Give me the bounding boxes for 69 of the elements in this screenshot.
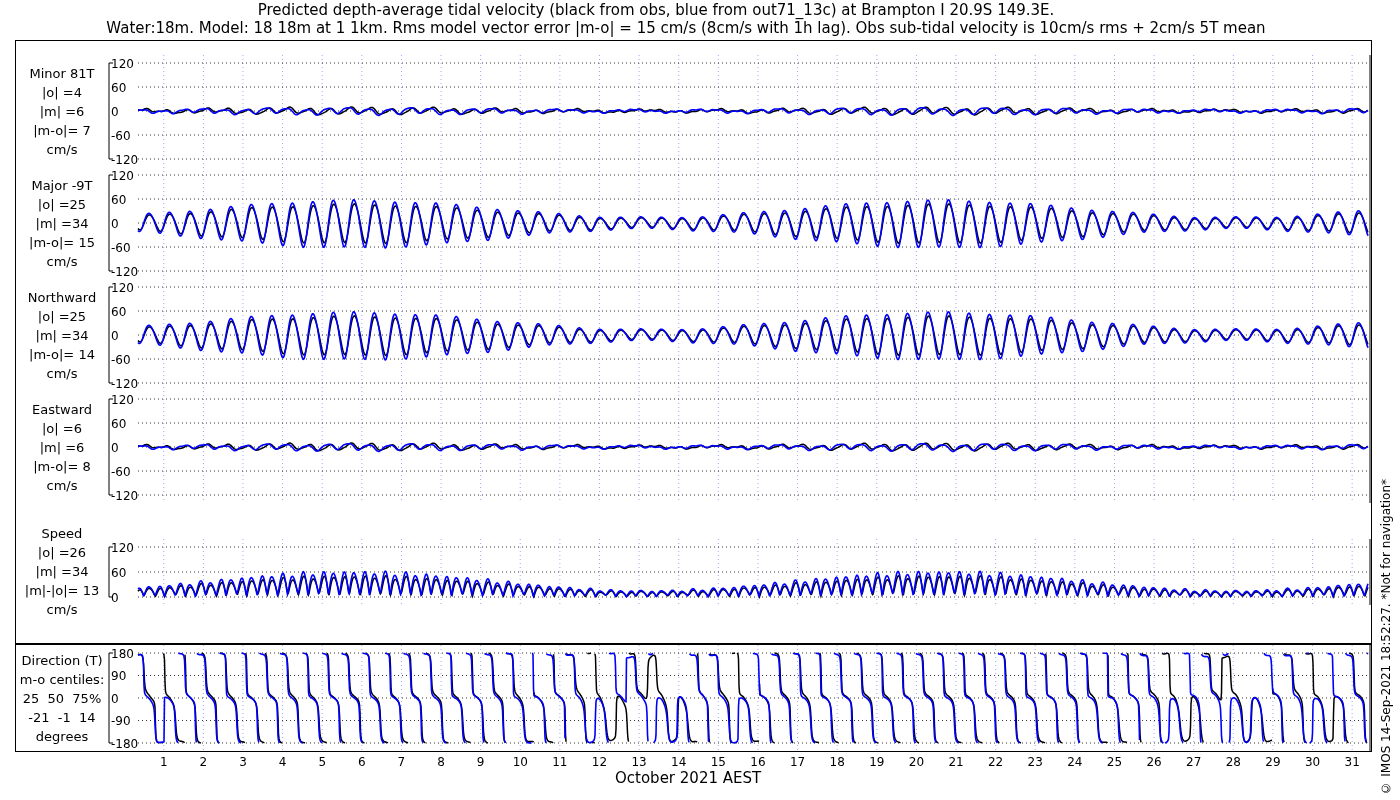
y-tick-label: -60 xyxy=(111,128,131,143)
x-tick-label: 12 xyxy=(591,755,608,769)
x-tick-label: 8 xyxy=(437,755,445,769)
y-tick-label: 120 xyxy=(111,56,134,71)
y-tick-label: -120 xyxy=(111,376,139,391)
y-tick-label: 0 xyxy=(111,440,119,455)
x-tick-label: 2 xyxy=(199,755,208,769)
y-tick-label: 0 xyxy=(111,216,119,231)
y-tick-label: -90 xyxy=(111,714,131,728)
x-tick-label: 1 xyxy=(159,755,168,769)
x-tick-label: 11 xyxy=(552,755,568,769)
x-tick-label: 25 xyxy=(1106,755,1123,769)
x-tick-label: 9 xyxy=(476,755,485,769)
x-tick-label: 20 xyxy=(908,755,925,769)
panel-label: Eastward |o| =6 |m| =6 |m-o|= 8 cm/s xyxy=(31,400,93,495)
copyright-note: © IMOS 14-Sep-2021 18:52:27. *Not for navigation* xyxy=(1379,479,1393,795)
y-tick-label: 60 xyxy=(111,565,127,579)
x-tick-label: 26 xyxy=(1146,755,1162,769)
x-tick-label: 29 xyxy=(1265,755,1281,769)
panel-label: Direction (T) m-o centiles: 25 50 75% -21 -1 14 degrees xyxy=(18,651,106,746)
y-tick-label: 60 xyxy=(111,192,127,207)
y-tick-label: -60 xyxy=(111,240,131,255)
x-tick-label: 17 xyxy=(789,755,806,769)
x-tick-label: 22 xyxy=(988,755,1004,769)
x-tick-label: 6 xyxy=(358,755,366,769)
x-tick-label: 19 xyxy=(869,755,885,769)
panel-label: Northward |o| =25 |m| =34 |m-o|= 14 cm/s xyxy=(26,288,98,383)
x-tick-label: 5 xyxy=(318,755,326,769)
y-tick-label: -120 xyxy=(111,264,139,279)
y-tick-label: 0 xyxy=(111,590,119,604)
y-tick-label: 120 xyxy=(111,168,134,183)
chart-title: Predicted depth-average tidal velocity (black from obs, blue from out71_13c) at Brampton I 20.9S 149.3E. xyxy=(257,1,1055,19)
x-tick-label: 13 xyxy=(631,755,647,769)
x-tick-label: 18 xyxy=(829,755,845,769)
x-tick-label: 21 xyxy=(948,755,964,769)
y-tick-label: 180 xyxy=(111,646,134,661)
y-tick-label: 60 xyxy=(111,80,127,95)
y-tick-label: -60 xyxy=(111,464,131,479)
x-tick-label: 23 xyxy=(1027,755,1043,769)
panel-label: Major -9T |o| =25 |m| =34 |m-o|= 15 cm/s xyxy=(28,176,96,271)
y-tick-label: 90 xyxy=(111,669,127,683)
y-tick-label: 120 xyxy=(111,392,134,407)
y-tick-label: 120 xyxy=(111,540,134,554)
y-tick-label: 0 xyxy=(111,691,119,706)
panel-label: Minor 81T |o| =4 |m| =6 |m-o|= 7 cm/s xyxy=(28,64,96,159)
x-tick-label: 14 xyxy=(671,755,687,769)
y-tick-label: 0 xyxy=(111,328,119,343)
y-tick-label: 0 xyxy=(111,104,119,119)
x-tick-label: 3 xyxy=(239,755,247,769)
y-tick-label: -60 xyxy=(111,352,131,367)
y-tick-label: 120 xyxy=(111,280,134,295)
chart-title: Water:18m. Model: 18 18m at 1 1km. Rms model vector error |m-o| = 15 cm/s (8cm/s with 1h lag). Obs sub-tidal velocity is 10cm/s rms + 2cm/s 5T mean xyxy=(106,19,1266,37)
x-tick-label: 24 xyxy=(1067,755,1083,769)
panel-label: Speed |o| =26 |m| =34 |m|-|o|= 13 cm/s xyxy=(23,525,101,619)
x-tick-label: 30 xyxy=(1304,755,1321,769)
x-axis-label: October 2021 AEST xyxy=(615,770,763,786)
x-tick-label: 31 xyxy=(1344,755,1360,769)
x-tick-label: 10 xyxy=(512,755,528,769)
x-tick-label: 15 xyxy=(710,755,726,769)
x-tick-label: 16 xyxy=(750,755,766,769)
y-tick-label: -180 xyxy=(111,736,139,751)
x-tick-label: 27 xyxy=(1186,755,1202,769)
x-tick-label: 7 xyxy=(397,755,406,769)
y-tick-label: 60 xyxy=(111,304,127,319)
y-tick-label: -120 xyxy=(111,152,139,167)
x-tick-label: 4 xyxy=(278,755,287,769)
y-tick-label: -120 xyxy=(111,488,139,503)
y-tick-label: 60 xyxy=(111,416,127,431)
x-tick-label: 28 xyxy=(1225,755,1241,769)
